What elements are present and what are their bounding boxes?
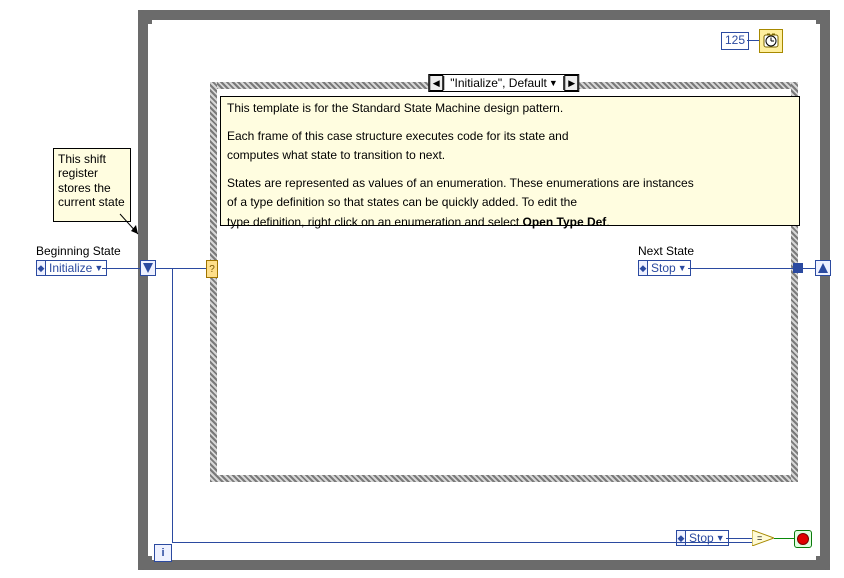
next-state-label: Next State bbox=[638, 244, 694, 258]
wire bbox=[172, 268, 173, 542]
case-next-arrow-icon[interactable]: ▶ bbox=[565, 75, 579, 91]
help-comment: This template is for the Standard State … bbox=[220, 96, 800, 226]
enum-value[interactable]: Initialize ▼ bbox=[46, 260, 107, 276]
shift-register-left[interactable] bbox=[140, 260, 156, 276]
case-border bbox=[210, 475, 798, 482]
case-prev-arrow-icon[interactable]: ◀ bbox=[429, 75, 443, 91]
next-state-enum[interactable]: ◆ Stop ▼ bbox=[638, 260, 691, 276]
while-loop-border bbox=[138, 560, 830, 570]
wire bbox=[156, 268, 206, 269]
wire bbox=[688, 268, 793, 269]
enum-grip-icon: ◆ bbox=[36, 260, 46, 276]
enum-grip-icon: ◆ bbox=[638, 260, 648, 276]
beginning-state-enum[interactable]: ◆ Initialize ▼ bbox=[36, 260, 107, 276]
case-selector-text: "Initialize", Default bbox=[450, 76, 547, 90]
case-output-tunnel[interactable] bbox=[793, 263, 803, 273]
wire bbox=[172, 542, 676, 543]
case-selector[interactable]: ◀ "Initialize", Default ▼ ▶ bbox=[428, 74, 579, 92]
wait-ms-constant[interactable]: 125 bbox=[721, 32, 749, 50]
enum-value[interactable]: Stop ▼ bbox=[648, 260, 691, 276]
stop-icon bbox=[797, 533, 809, 545]
wire bbox=[747, 40, 759, 41]
help-line: States are represented as values of an e… bbox=[227, 176, 793, 192]
shift-register-right[interactable] bbox=[815, 260, 831, 276]
help-line: computes what state to transition to nex… bbox=[227, 148, 793, 164]
iteration-terminal[interactable]: i bbox=[154, 544, 172, 562]
dropdown-icon: ▼ bbox=[678, 263, 687, 273]
wait-ms-function-icon[interactable] bbox=[759, 29, 783, 53]
tip-arrow-icon bbox=[118, 212, 146, 242]
equal-function-icon[interactable]: = bbox=[752, 530, 774, 546]
wire bbox=[676, 542, 752, 543]
tip-text: This shift register stores the current s… bbox=[58, 152, 125, 209]
svg-text:=: = bbox=[757, 533, 762, 543]
help-line: This template is for the Standard State … bbox=[227, 101, 793, 117]
case-selector-label[interactable]: "Initialize", Default ▼ bbox=[443, 76, 564, 90]
wire bbox=[102, 268, 140, 269]
compare-stop-enum[interactable]: ◆ Stop ▼ bbox=[676, 530, 729, 546]
help-line: of a type definition so that states can … bbox=[227, 195, 793, 211]
enum-grip-icon: ◆ bbox=[676, 530, 686, 546]
wire bbox=[803, 268, 815, 269]
enum-value[interactable]: Stop ▼ bbox=[686, 530, 729, 546]
case-selector-terminal[interactable]: ? bbox=[206, 260, 218, 278]
while-loop-border bbox=[820, 10, 830, 570]
beginning-state-label: Beginning State bbox=[36, 244, 121, 258]
while-loop-border bbox=[138, 10, 830, 20]
case-border bbox=[210, 82, 217, 482]
block-diagram-canvas: 125 ◀ "Initialize", Default ▼ ▶ This tem… bbox=[0, 0, 844, 578]
help-line: Each frame of this case structure execut… bbox=[227, 129, 793, 145]
while-loop-border bbox=[138, 10, 148, 570]
wire bbox=[726, 538, 752, 539]
boolean-wire bbox=[774, 538, 794, 539]
tip-comment: This shift register stores the current s… bbox=[53, 148, 131, 222]
dropdown-icon: ▼ bbox=[549, 78, 558, 88]
help-line: type definition, right click on an enume… bbox=[227, 215, 793, 231]
loop-condition-terminal[interactable] bbox=[794, 530, 812, 548]
